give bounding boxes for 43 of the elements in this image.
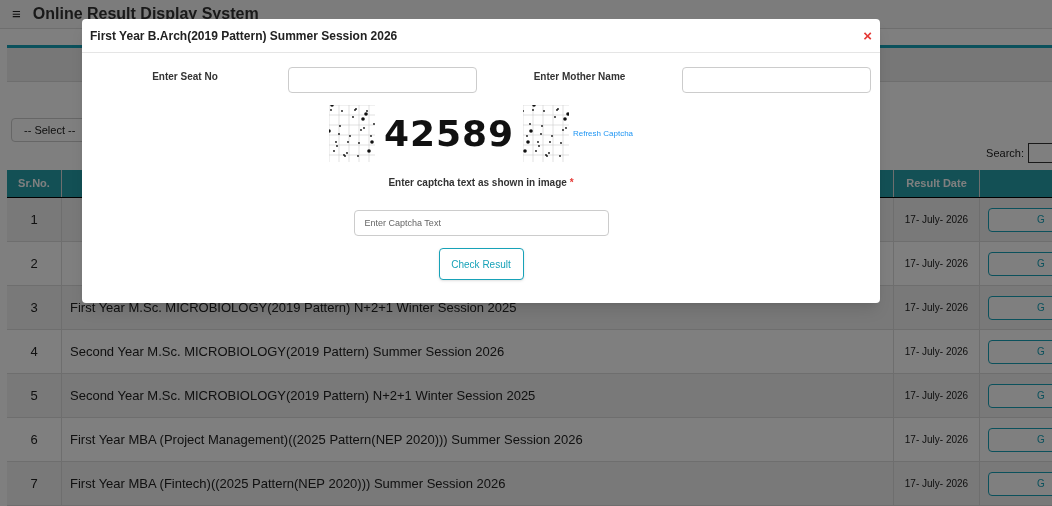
captcha-noise-drawing xyxy=(523,105,569,162)
table-cell: 5 xyxy=(7,374,62,417)
result-button[interactable]: G xyxy=(988,427,1052,452)
table-cell: 17- July- 2026 xyxy=(894,374,980,417)
table-cell: 7 xyxy=(7,462,62,505)
result-button[interactable]: G xyxy=(988,295,1052,320)
table-cell-text: Second Year M.Sc. MICROBIOLOGY(2019 Pattern) N+2+1 Winter Session 2025 xyxy=(70,386,536,405)
seat-label: Enter Seat No xyxy=(151,70,219,84)
table-cell-text: First Year MBA (Project Management)((2025 Pattern(NEP 2020))) Summer Session 2026 xyxy=(70,430,583,449)
seat-field[interactable] xyxy=(288,67,477,93)
column-header: Result Date xyxy=(894,170,980,197)
table-cell-text: First Year M.Sc. MICROBIOLOGY(2019 Pattern) N+2+1 Winter Session 2025 xyxy=(70,298,517,317)
mother-name-field[interactable] xyxy=(682,67,871,93)
check-result-button[interactable]: Check Result xyxy=(438,248,524,280)
table-cell: 17- July- 2026 xyxy=(894,242,980,285)
result-button[interactable]: G xyxy=(988,471,1052,496)
column-header: Sr.No. xyxy=(7,170,62,197)
result-button[interactable]: G xyxy=(988,339,1052,364)
table-cell: 2 xyxy=(7,242,62,285)
captcha-field[interactable]: Enter Captcha Text xyxy=(353,210,609,236)
table-cell: 17- July- 2026 xyxy=(894,198,980,241)
result-button[interactable]: G xyxy=(988,207,1052,232)
modal-title: First Year B.Arch(2019 Pattern) Summer Session 2026 xyxy=(90,27,398,45)
captcha-text: 42589 xyxy=(382,111,516,156)
result-button[interactable]: G xyxy=(988,251,1052,276)
result-button[interactable]: G xyxy=(988,383,1052,408)
table-cell: 17- July- 2026 xyxy=(894,330,980,373)
table-cell: 1 xyxy=(7,198,62,241)
close-button[interactable]: × xyxy=(863,28,872,43)
table-cell: 17- July- 2026 xyxy=(894,418,980,461)
refresh-captcha-link[interactable]: Refresh Captcha xyxy=(573,127,634,140)
table-cell: 17- July- 2026 xyxy=(894,462,980,505)
table-cell-text: Second Year M.Sc. MICROBIOLOGY(2019 Pattern) Summer Session 2026 xyxy=(70,342,505,361)
table-cell: 17- July- 2026 xyxy=(894,286,980,329)
table-cell-text: First Year MBA (Fintech)((2025 Pattern(NEP 2020))) Summer Session 2026 xyxy=(70,474,506,493)
menu-icon[interactable]: ≡ xyxy=(12,2,21,26)
mother-name-label: Enter Mother Name xyxy=(532,70,627,84)
table-cell: 4 xyxy=(7,330,62,373)
captcha-noise-drawing xyxy=(329,105,375,162)
captcha-label: Enter captcha text as shown in image * xyxy=(388,176,574,190)
table-cell: 6 xyxy=(7,418,62,461)
search-label: Search: xyxy=(986,145,1024,161)
table-cell: 3 xyxy=(7,286,62,329)
